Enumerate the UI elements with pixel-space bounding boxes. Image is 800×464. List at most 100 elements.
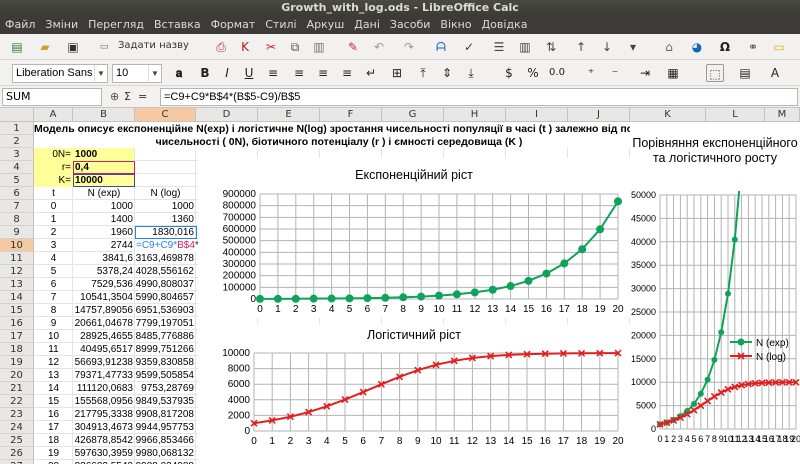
- cell-t[interactable]: 1: [34, 213, 73, 226]
- column-header-h[interactable]: H: [444, 108, 506, 122]
- menu-file[interactable]: Файл: [0, 16, 40, 34]
- cell-t[interactable]: 19: [34, 447, 73, 460]
- menu-tools[interactable]: Засоби: [385, 16, 436, 34]
- chevron-down-icon[interactable]: ▼: [148, 65, 161, 82]
- cell-t[interactable]: 20: [34, 460, 73, 464]
- spreadsheet-grid[interactable]: A B C D E F G H I J K L M 1 2 3 4 5 6 7 8 9 10 11 12 13 14 15 16 17 18…: [0, 108, 800, 464]
- row-header-13[interactable]: 13: [0, 278, 34, 291]
- row-header-10[interactable]: 10: [0, 239, 34, 252]
- indent-icon[interactable]: ⇥: [636, 64, 654, 82]
- cell-nexp[interactable]: 217795,3338: [73, 408, 135, 421]
- row-header-6[interactable]: 6: [0, 187, 34, 200]
- row-icon[interactable]: ☰: [490, 38, 508, 56]
- sum-icon[interactable]: Σ: [124, 89, 131, 105]
- row-header-11[interactable]: 11: [0, 252, 34, 265]
- cell-nexp[interactable]: 5378,24: [73, 265, 135, 278]
- cell-nlog[interactable]: 1360: [135, 213, 196, 226]
- save-icon[interactable]: ▣: [64, 38, 82, 56]
- chart-2[interactable]: Порівняння експоненційного та логістично…: [630, 122, 800, 464]
- cell-t[interactable]: 9: [34, 317, 73, 330]
- align-right-icon[interactable]: ≡: [314, 64, 332, 82]
- cell-nexp[interactable]: 20661,04678: [73, 317, 135, 330]
- cell-t[interactable]: 6: [34, 278, 73, 291]
- cell-t[interactable]: 2: [34, 226, 73, 239]
- cell-nexp[interactable]: 155568,0956: [73, 395, 135, 408]
- cell-nexp[interactable]: 40495,6517: [73, 343, 135, 356]
- cell-t[interactable]: 0: [34, 200, 73, 213]
- menu-insert[interactable]: Вставка: [149, 16, 206, 34]
- select-all-corner[interactable]: [0, 108, 34, 122]
- row-header-4[interactable]: 4: [0, 161, 34, 174]
- header-nexp[interactable]: N (exp): [73, 187, 135, 200]
- formula-icon[interactable]: =: [138, 89, 147, 105]
- row-header-23[interactable]: 23: [0, 408, 34, 421]
- comment-icon[interactable]: ▭: [770, 38, 788, 56]
- row-header-8[interactable]: 8: [0, 213, 34, 226]
- cell-nlog[interactable]: 9753,28769: [135, 382, 196, 395]
- cell-nlog[interactable]: 4028,556162: [135, 265, 196, 278]
- cell-t[interactable]: 15: [34, 395, 73, 408]
- currency-icon[interactable]: $: [500, 64, 518, 82]
- chevron-down-icon[interactable]: ▼: [94, 65, 107, 82]
- valign-top-icon[interactable]: ⤒: [414, 64, 432, 82]
- chart-icon[interactable]: ◕: [688, 38, 706, 56]
- row-header-25[interactable]: 25: [0, 434, 34, 447]
- italic-icon[interactable]: I: [218, 64, 236, 82]
- row-header-17[interactable]: 17: [0, 330, 34, 343]
- column-header-f[interactable]: F: [320, 108, 382, 122]
- cell-nexp[interactable]: 14757,89056: [73, 304, 135, 317]
- cell-nlog[interactable]: 1000: [135, 200, 196, 213]
- cell-nlog[interactable]: 9944,957753: [135, 421, 196, 434]
- row-header-14[interactable]: 14: [0, 291, 34, 304]
- menu-help[interactable]: Довідка: [477, 16, 533, 34]
- cell-nexp[interactable]: 3841,6: [73, 252, 135, 265]
- chart-0[interactable]: Експоненційний ріст 0 100000 200000 300000 40…: [198, 158, 630, 318]
- number-format-icon[interactable]: 0.0: [548, 64, 566, 82]
- menu-view[interactable]: Перегляд: [83, 16, 149, 34]
- cell-nexp[interactable]: 597630,3959: [73, 447, 135, 460]
- row-header-2[interactable]: 2: [0, 135, 34, 148]
- cell-nlog[interactable]: 9988,024988: [135, 460, 196, 464]
- column-header-a[interactable]: A: [34, 108, 73, 122]
- column-header-k[interactable]: K: [630, 108, 706, 122]
- paste-icon[interactable]: ▥: [310, 38, 328, 56]
- sort-icon[interactable]: ⇅: [542, 38, 560, 56]
- menu-sheet[interactable]: Аркуш: [302, 16, 350, 34]
- column-header-m[interactable]: M: [765, 108, 800, 122]
- valign-bottom-icon[interactable]: ⤓: [462, 64, 480, 82]
- merge-cells-icon[interactable]: ⊞: [388, 64, 406, 82]
- font-size-combo[interactable]: 10 ▼: [112, 64, 162, 83]
- cell-nlog[interactable]: 9966,853466: [135, 434, 196, 447]
- delete-decimal-icon[interactable]: ⁻: [606, 64, 624, 82]
- wrap-text-icon[interactable]: ↵: [362, 64, 380, 82]
- page-setup-icon[interactable]: ▭: [92, 38, 116, 56]
- cell-nexp[interactable]: 56693,91238: [73, 356, 135, 369]
- cell-t[interactable]: 16: [34, 408, 73, 421]
- row-header-7[interactable]: 7: [0, 200, 34, 213]
- menu-edit[interactable]: Зміни: [40, 16, 83, 34]
- cell-nexp[interactable]: 111120,0683: [73, 382, 135, 395]
- cell-nexp[interactable]: 426878,8542: [73, 434, 135, 447]
- row-header-12[interactable]: 12: [0, 265, 34, 278]
- hyperlink-icon[interactable]: ⚭: [744, 38, 762, 56]
- cell-nlog[interactable]: 9908,817208: [135, 408, 196, 421]
- column-header-j[interactable]: J: [568, 108, 630, 122]
- cell-nlog[interactable]: 8999,751266: [135, 343, 196, 356]
- bold-icon[interactable]: 𝐚: [170, 64, 188, 82]
- param-label[interactable]: K=: [34, 174, 73, 187]
- param-value[interactable]: 1000: [74, 148, 134, 161]
- cell-t[interactable]: 10: [34, 330, 73, 343]
- column-header-c[interactable]: C: [135, 108, 196, 122]
- cell-nexp[interactable]: 79371,47733: [73, 369, 135, 382]
- add-decimal-icon[interactable]: ⁺: [582, 64, 600, 82]
- select-icon[interactable]: ⬚: [706, 64, 724, 82]
- cell-t[interactable]: 11: [34, 343, 73, 356]
- cell-t[interactable]: 12: [34, 356, 73, 369]
- font-bold-icon[interactable]: B: [196, 64, 214, 82]
- sort-ascending-icon[interactable]: ↑: [572, 38, 590, 56]
- export-pdf-icon[interactable]: ⎙: [212, 38, 230, 56]
- find-replace-icon[interactable]: ᗩ: [432, 38, 450, 56]
- cell-nlog[interactable]: 3163,469878: [135, 252, 196, 265]
- cell-t[interactable]: 17: [34, 421, 73, 434]
- row-header-1[interactable]: 1: [0, 122, 34, 135]
